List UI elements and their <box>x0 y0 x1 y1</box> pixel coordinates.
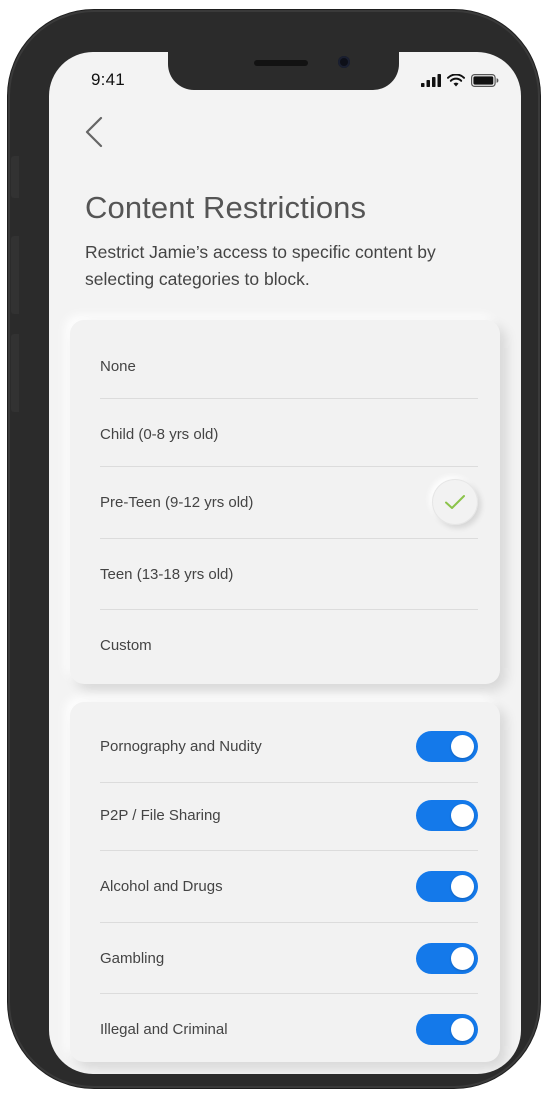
wifi-icon <box>447 74 465 87</box>
category-label: Illegal and Criminal <box>100 1020 228 1038</box>
level-option-child[interactable]: Child (0-8 yrs old) <box>100 412 478 456</box>
page-title: Content Restrictions <box>85 190 367 225</box>
category-label: Gambling <box>100 949 165 967</box>
level-option-label: Child (0-8 yrs old) <box>100 425 219 443</box>
level-option-label: Pre-Teen (9-12 yrs old) <box>100 493 254 511</box>
notch <box>168 52 399 90</box>
screen: 9:41 Content Restrictions Restrict Jamie… <box>49 52 521 1074</box>
divider <box>100 782 478 783</box>
phone-frame: 9:41 Content Restrictions Restrict Jamie… <box>8 10 540 1088</box>
level-option-label: None <box>100 357 136 375</box>
level-option-label: Custom <box>100 636 152 654</box>
divider <box>100 993 478 994</box>
divider <box>100 850 478 851</box>
page-description: Restrict Jamie’s access to specific cont… <box>85 242 436 289</box>
pornography-toggle[interactable] <box>416 730 478 762</box>
category-label: Alcohol and Drugs <box>100 877 223 895</box>
category-label: P2P / File Sharing <box>100 806 221 824</box>
toggle-knob <box>451 946 474 970</box>
alcohol-toggle[interactable] <box>416 870 478 902</box>
divider <box>100 398 478 399</box>
blocked-categories-card: Pornography and Nudity P2P / File Sharin… <box>70 702 500 1062</box>
volume-down-button <box>11 334 19 412</box>
category-row-illegal: Illegal and Criminal <box>100 1007 478 1051</box>
toggle-knob <box>451 874 474 898</box>
cellular-signal-icon <box>421 74 441 87</box>
category-row-p2p: P2P / File Sharing <box>100 793 478 837</box>
volume-up-button <box>11 236 19 314</box>
battery-icon <box>471 74 499 87</box>
p2p-toggle[interactable] <box>416 799 478 831</box>
toggle-knob <box>451 1017 474 1041</box>
level-option-custom[interactable]: Custom <box>100 623 478 667</box>
gambling-toggle[interactable] <box>416 942 478 974</box>
toggle-knob <box>451 734 474 758</box>
category-row-pornography: Pornography and Nudity <box>100 724 478 768</box>
divider <box>100 922 478 923</box>
level-option-label: Teen (13-18 yrs old) <box>100 565 234 583</box>
back-button[interactable] <box>79 114 109 150</box>
category-row-alcohol: Alcohol and Drugs <box>100 864 478 908</box>
checkmark-icon <box>445 495 465 509</box>
divider <box>100 609 478 610</box>
toggle-knob <box>451 803 474 827</box>
mute-switch <box>11 156 19 198</box>
chevron-left-icon <box>85 116 103 148</box>
restriction-level-card: None Child (0-8 yrs old) Pre-Teen (9-12 … <box>70 320 500 684</box>
category-row-gambling: Gambling <box>100 936 478 980</box>
status-time: 9:41 <box>91 70 125 89</box>
front-camera <box>338 56 350 68</box>
level-option-pre-teen[interactable]: Pre-Teen (9-12 yrs old) <box>100 477 478 527</box>
category-label: Pornography and Nudity <box>100 737 262 755</box>
selected-indicator <box>432 479 478 525</box>
divider <box>100 466 478 467</box>
divider <box>100 538 478 539</box>
level-option-none[interactable]: None <box>100 344 478 388</box>
status-icons <box>421 74 499 87</box>
illegal-toggle[interactable] <box>416 1013 478 1045</box>
level-option-teen[interactable]: Teen (13-18 yrs old) <box>100 552 478 596</box>
speaker-grille <box>254 60 308 66</box>
